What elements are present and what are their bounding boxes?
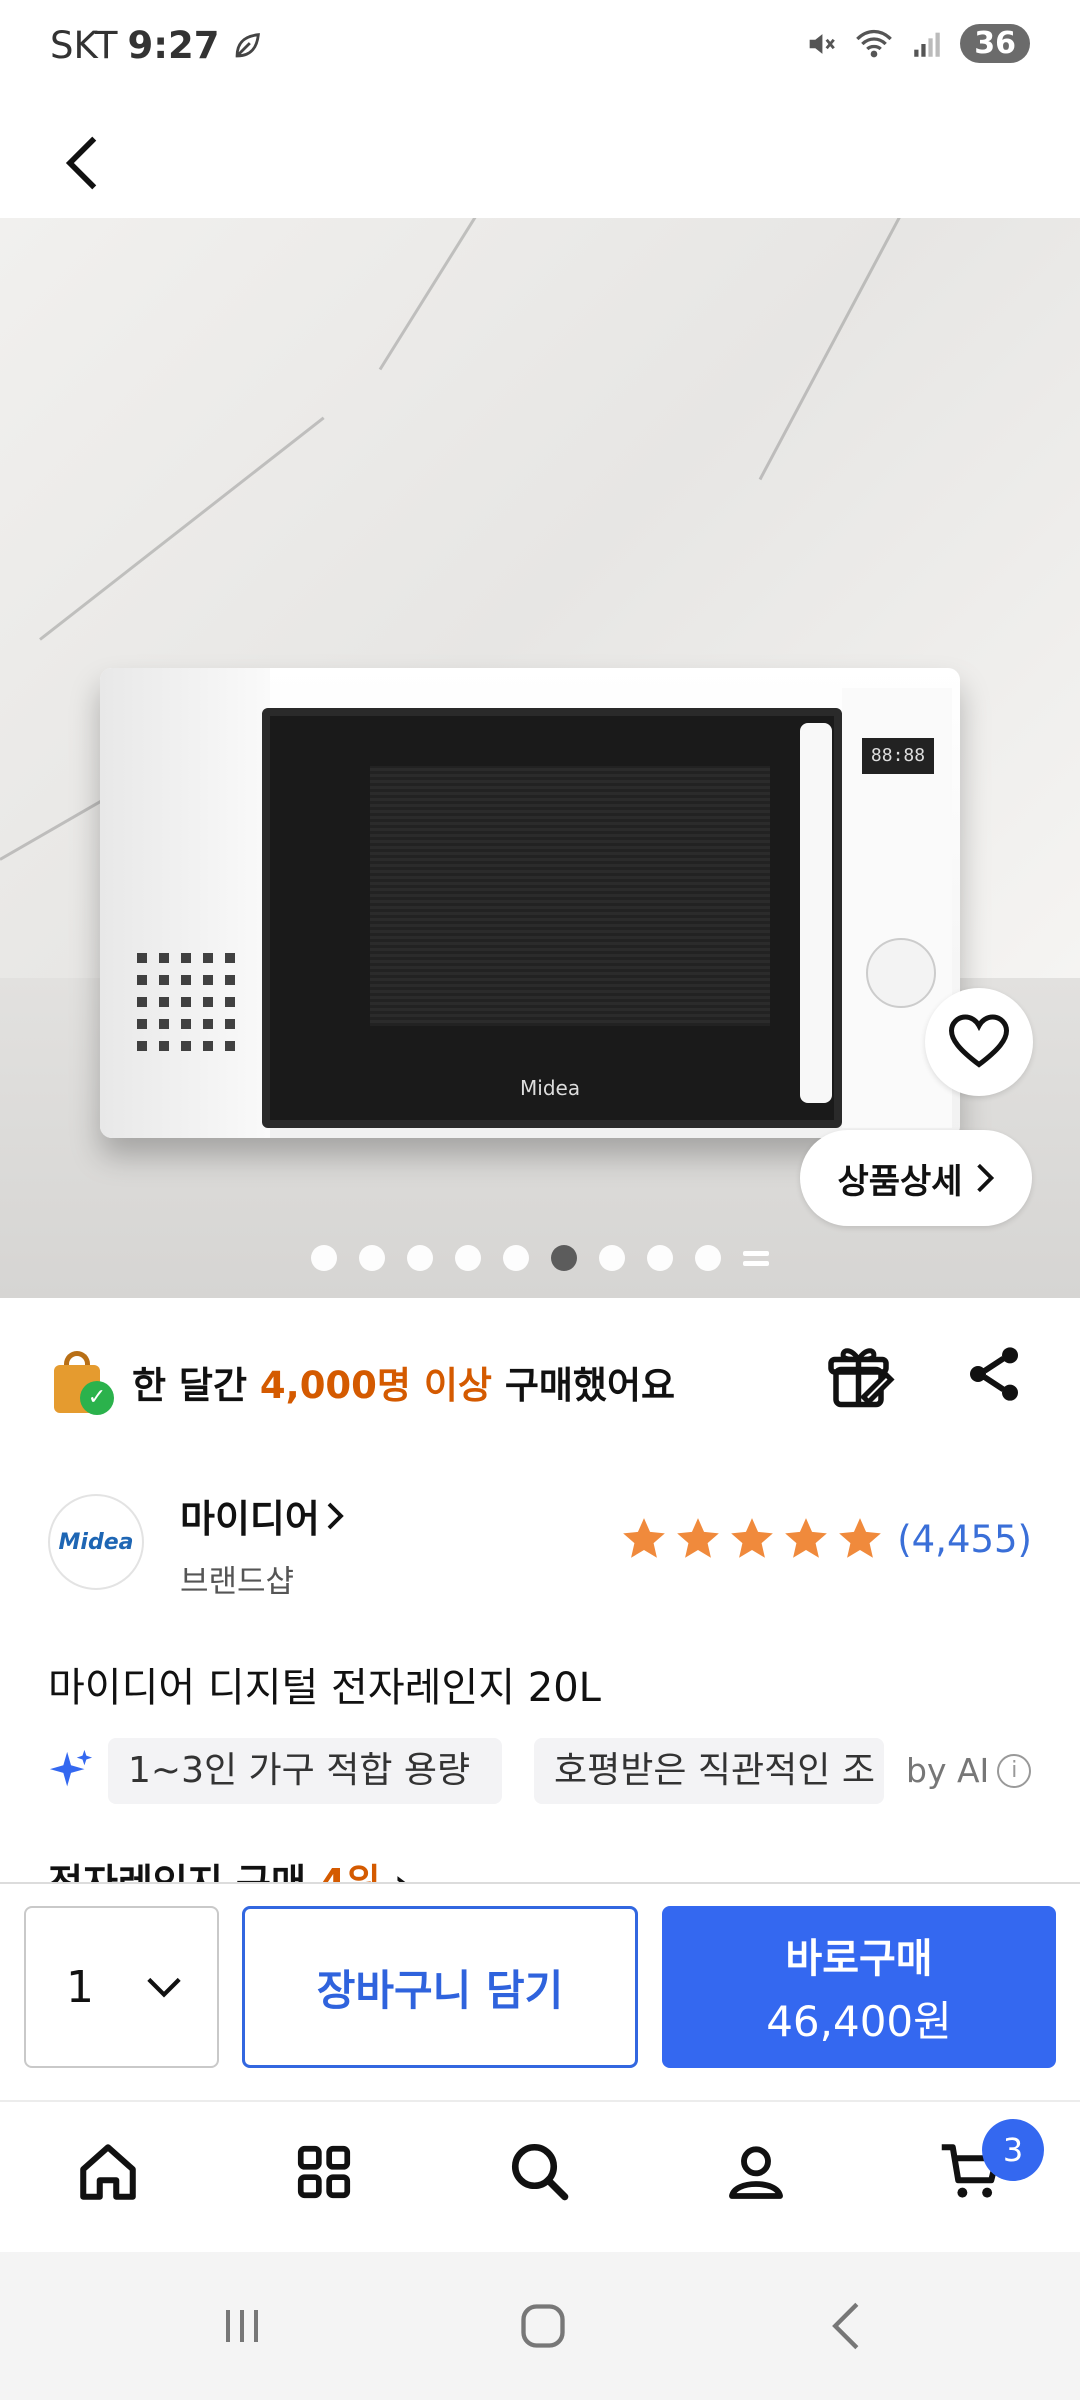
leaf-icon bbox=[235, 32, 260, 57]
user-icon bbox=[729, 2146, 783, 2199]
star-icon bbox=[785, 1518, 828, 1558]
share-button[interactable] bbox=[962, 1342, 1032, 1412]
carousel-dot[interactable] bbox=[455, 1245, 481, 1271]
brand-name: 마이디어 bbox=[180, 1497, 320, 1541]
grid-icon bbox=[297, 2145, 351, 2199]
purchase-highlight: 4,000명 이상 bbox=[259, 1364, 492, 1407]
chevron-left-icon bbox=[65, 136, 97, 190]
product-detail-button[interactable]: 상품상세 bbox=[800, 1130, 1032, 1226]
purchase-bar: 1 장바구니 담기 바로구매 46,400원 bbox=[0, 1882, 1080, 2100]
carousel-dot-active[interactable] bbox=[551, 1245, 577, 1271]
product-title: 마이디어 디지털 전자레인지 20L bbox=[48, 1665, 601, 1711]
carousel-dot[interactable] bbox=[647, 1245, 673, 1271]
star-icon bbox=[839, 1518, 882, 1558]
shopping-bag-icon: ✓ bbox=[50, 1349, 114, 1415]
ai-summary-row: 1~3인 가구 적합 용량 호평받은 직관적인 조 by AI i bbox=[48, 1738, 1038, 1804]
buy-now-button[interactable]: 바로구매 46,400원 bbox=[662, 1906, 1056, 2068]
add-to-cart-button[interactable]: 장바구니 담기 bbox=[242, 1906, 638, 2068]
ai-tag[interactable]: 1~3인 가구 적합 용량 bbox=[108, 1738, 502, 1804]
microwave-display: 88:88 bbox=[862, 738, 934, 774]
review-count: (4,455) bbox=[897, 1517, 1032, 1561]
microwave-door: Midea bbox=[262, 708, 842, 1128]
recent-apps-button[interactable] bbox=[202, 2296, 282, 2356]
quantity-value: 1 bbox=[66, 1961, 94, 2013]
ranking-prefix: 전자레인지 구매 bbox=[48, 1861, 319, 1882]
wishlist-button[interactable] bbox=[925, 988, 1033, 1096]
star-icon bbox=[731, 1518, 774, 1558]
purchase-prefix: 한 달간 bbox=[132, 1364, 260, 1407]
carousel-dot[interactable] bbox=[311, 1245, 337, 1271]
carousel-dot[interactable] bbox=[359, 1245, 385, 1271]
chevron-right-icon bbox=[976, 1163, 994, 1193]
share-icon bbox=[970, 1347, 1018, 1401]
gift-button[interactable] bbox=[826, 1342, 896, 1412]
tab-my-page[interactable] bbox=[716, 2132, 796, 2212]
microwave-side bbox=[100, 668, 270, 1138]
ranking-value: 4위 bbox=[319, 1861, 380, 1882]
search-icon bbox=[511, 2143, 569, 2201]
star-icon bbox=[623, 1518, 666, 1558]
back-system-button[interactable] bbox=[806, 2296, 886, 2356]
mute-icon bbox=[809, 33, 836, 54]
carousel-indicator bbox=[0, 1245, 1080, 1271]
microwave-handle bbox=[800, 723, 832, 1103]
carrier-label: SKT bbox=[50, 24, 118, 67]
carousel-more-icon[interactable] bbox=[743, 1245, 769, 1271]
microwave-logo: Midea bbox=[520, 1076, 581, 1100]
brand-name-link[interactable]: 마이디어 bbox=[180, 1488, 344, 1543]
microwave-window bbox=[370, 766, 770, 1026]
bottom-tab-bar bbox=[0, 2100, 1080, 2252]
info-icon: i bbox=[997, 1754, 1032, 1788]
tab-search[interactable] bbox=[500, 2132, 580, 2212]
status-bar: SKT 9:27 36 bbox=[0, 0, 1080, 100]
carousel-dot[interactable] bbox=[407, 1245, 433, 1271]
buy-now-price: 46,400원 bbox=[766, 1996, 952, 2046]
star-icon bbox=[677, 1518, 720, 1558]
by-ai-text: by AI bbox=[906, 1751, 990, 1790]
tab-home[interactable] bbox=[68, 2132, 148, 2212]
ai-tag[interactable]: 호평받은 직관적인 조 bbox=[534, 1738, 884, 1804]
microwave-vents bbox=[125, 953, 235, 1053]
clock: 9:27 bbox=[127, 24, 220, 67]
sparkle-icon bbox=[49, 1749, 93, 1787]
wifi-icon bbox=[856, 29, 893, 57]
back-arrow-icon bbox=[832, 2302, 859, 2350]
recent-apps-icon bbox=[226, 2310, 258, 2342]
chevron-down-icon bbox=[147, 1977, 181, 1998]
battery-indicator: 36 bbox=[960, 24, 1030, 63]
system-navigation-bar bbox=[0, 2252, 1080, 2400]
quantity-selector[interactable]: 1 bbox=[24, 1906, 219, 2068]
home-circle-icon bbox=[521, 2304, 565, 2348]
by-ai-label[interactable]: by AI i bbox=[906, 1738, 1032, 1804]
cart-count-badge: 3 bbox=[982, 2119, 1044, 2181]
carousel-dot[interactable] bbox=[599, 1245, 625, 1271]
home-icon bbox=[80, 2144, 136, 2200]
back-button[interactable] bbox=[48, 128, 118, 198]
heart-icon bbox=[949, 1014, 1009, 1068]
top-nav bbox=[0, 100, 1080, 218]
rating-summary[interactable]: (4,455) bbox=[619, 1514, 1032, 1564]
signal-icon bbox=[914, 32, 940, 57]
status-left: SKT 9:27 bbox=[50, 24, 264, 67]
chevron-right-icon: › bbox=[394, 1861, 410, 1882]
brand-logo[interactable]: Midea bbox=[48, 1494, 144, 1590]
microwave-knob bbox=[866, 938, 936, 1008]
tab-categories[interactable] bbox=[284, 2132, 364, 2212]
carousel-dot[interactable] bbox=[695, 1245, 721, 1271]
purchase-suffix: 구매했어요 bbox=[491, 1364, 676, 1407]
status-right: 36 bbox=[804, 24, 1030, 63]
brand-shop-label: 브랜드샵 bbox=[180, 1564, 295, 1600]
product-detail-label: 상품상세 bbox=[837, 1161, 963, 1202]
carousel-dot[interactable] bbox=[503, 1245, 529, 1271]
home-system-button[interactable] bbox=[503, 2296, 583, 2356]
buy-now-label: 바로구매 bbox=[785, 1935, 933, 1982]
purchase-count-text: 한 달간 4,000명 이상 구매했어요 bbox=[132, 1355, 675, 1409]
chevron-right-icon bbox=[327, 1502, 344, 1529]
gift-icon bbox=[828, 1348, 895, 1408]
category-ranking-link[interactable]: 전자레인지 구매 4위 › bbox=[48, 1852, 410, 1882]
